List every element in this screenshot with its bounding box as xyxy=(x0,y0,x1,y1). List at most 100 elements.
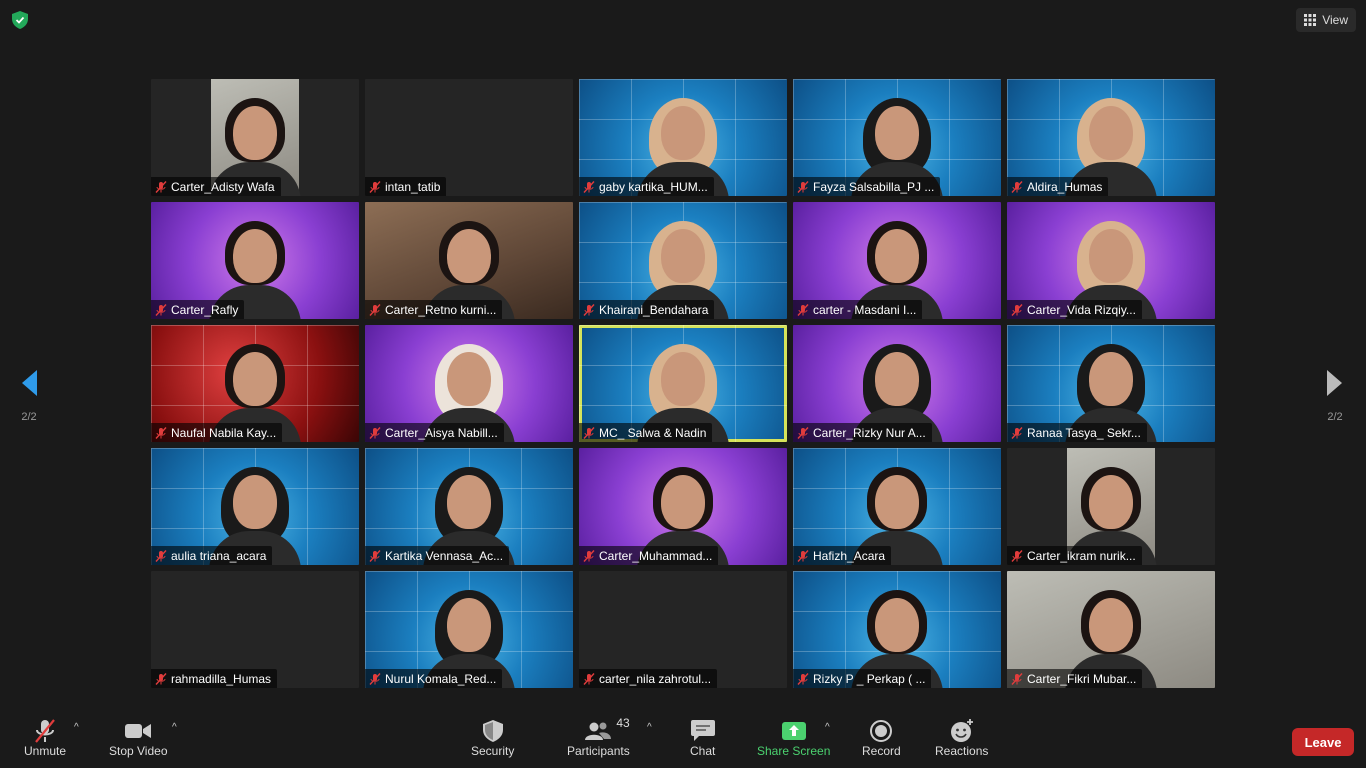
muted-microphone-icon xyxy=(155,303,167,316)
participant-tile[interactable]: carter - Masdani I... xyxy=(793,202,1001,319)
video-options-caret[interactable]: ^ xyxy=(172,722,177,733)
unmute-label: Unmute xyxy=(24,744,67,758)
participant-tile[interactable]: intan_tatib xyxy=(365,79,573,196)
view-button[interactable]: View xyxy=(1296,8,1356,32)
arrow-right-icon xyxy=(1327,370,1342,396)
encryption-shield-icon[interactable] xyxy=(12,11,28,29)
participant-name: Carter_Retno kurni... xyxy=(385,302,497,317)
participant-tile[interactable]: Kartika Vennasa_Ac... xyxy=(365,448,573,565)
security-shield-icon xyxy=(482,720,503,742)
participant-name: intan_tatib xyxy=(385,179,441,194)
participant-name-tag: Carter_Rizky Nur A... xyxy=(793,423,932,442)
participant-name: Fayza Salsabilla_PJ ... xyxy=(813,179,935,194)
participant-tile[interactable]: Carter_Retno kurni... xyxy=(365,202,573,319)
participant-tile[interactable]: Carter_ikram nurik... xyxy=(1007,448,1215,565)
participants-button[interactable]: 43 Participants xyxy=(567,716,630,758)
muted-microphone-icon xyxy=(155,426,167,439)
participant-name: Rizky P _ Perkap ( ... xyxy=(813,671,926,686)
muted-microphone-icon xyxy=(797,426,809,439)
muted-microphone-icon xyxy=(369,426,381,439)
participant-tile[interactable]: MC_ Salwa & Nadin xyxy=(579,325,787,442)
participant-name: Carter_Rafly xyxy=(171,302,239,317)
participant-name: carter - Masdani I... xyxy=(813,302,917,317)
participant-name: Hafizh_Acara xyxy=(813,548,886,563)
reactions-smiley-icon xyxy=(950,719,973,742)
participant-name-tag: rahmadilla_Humas xyxy=(151,669,278,688)
chat-button[interactable]: Chat xyxy=(690,718,715,758)
participant-name: Carter_Muhammad... xyxy=(599,548,713,563)
participant-name: Carter_Fikri Mubar... xyxy=(1027,671,1137,686)
participant-name-tag: Carter_ikram nurik... xyxy=(1007,546,1142,565)
participant-name: Carter_Vida Rizqiy... xyxy=(1027,302,1136,317)
participant-tile[interactable]: Aldira_Humas xyxy=(1007,79,1215,196)
participant-name: carter_nila zahrotul... xyxy=(599,671,712,686)
muted-microphone-icon xyxy=(1011,549,1023,562)
participant-name-tag: Carter_Adisty Wafa xyxy=(151,177,281,196)
muted-microphone-icon xyxy=(1011,426,1023,439)
leave-button[interactable]: Leave xyxy=(1292,728,1354,756)
muted-microphone-icon xyxy=(583,426,595,439)
record-button[interactable]: Record xyxy=(862,718,901,758)
participant-tile[interactable]: Carter_Adisty Wafa xyxy=(151,79,359,196)
participants-options-caret[interactable]: ^ xyxy=(647,722,652,733)
participants-label: Participants xyxy=(567,744,630,758)
video-gallery: Carter_Adisty Wafa intan_tatib gaby kartik… xyxy=(151,79,1215,688)
participant-name: Aldira_Humas xyxy=(1027,179,1103,194)
participant-tile[interactable]: Khairani_Bendahara xyxy=(579,202,787,319)
participant-name-tag: Carter_Muhammad... xyxy=(579,546,719,565)
muted-microphone-icon xyxy=(1011,180,1023,193)
chat-label: Chat xyxy=(690,744,716,758)
participant-name: Naufal Nabila Kay... xyxy=(171,425,277,440)
next-page-button[interactable]: 2/2 xyxy=(1320,368,1350,423)
participant-name: aulia triana_acara xyxy=(171,548,267,563)
share-options-caret[interactable]: ^ xyxy=(825,722,830,733)
participant-name-tag: gaby kartika_HUM... xyxy=(579,177,714,196)
participant-tile[interactable]: Nurul Komala_Red... xyxy=(365,571,573,688)
muted-microphone-icon xyxy=(583,303,595,316)
participant-name: Carter_Adisty Wafa xyxy=(171,179,275,194)
participant-name: Khairani_Bendahara xyxy=(599,302,709,317)
meeting-toolbar: Unmute ^ Stop Video ^ Security 43 Partic… xyxy=(0,708,1366,768)
participant-tile[interactable]: gaby kartika_HUM... xyxy=(579,79,787,196)
participant-name-tag: Naufal Nabila Kay... xyxy=(151,423,283,442)
chat-bubble-icon xyxy=(690,720,715,741)
muted-microphone-icon xyxy=(155,549,167,562)
participant-tile[interactable]: carter_nila zahrotul... xyxy=(579,571,787,688)
participant-tile[interactable]: Rizky P _ Perkap ( ... xyxy=(793,571,1001,688)
participant-name: Kartika Vennasa_Ac... xyxy=(385,548,504,563)
participant-tile[interactable]: Carter_Vida Rizqiy... xyxy=(1007,202,1215,319)
record-label: Record xyxy=(862,744,901,758)
participant-tile[interactable]: Fayza Salsabilla_PJ ... xyxy=(793,79,1001,196)
participant-tile[interactable]: Carter_Aisya Nabill... xyxy=(365,325,573,442)
participant-name: Carter_Rizky Nur A... xyxy=(813,425,926,440)
participant-name: gaby kartika_HUM... xyxy=(599,179,708,194)
participant-tile[interactable]: rahmadilla_Humas xyxy=(151,571,359,688)
muted-microphone-icon xyxy=(583,180,595,193)
participant-tile[interactable]: aulia triana_acara xyxy=(151,448,359,565)
grid-view-icon xyxy=(1304,14,1317,26)
share-screen-label: Share Screen xyxy=(757,744,831,758)
reactions-label: Reactions xyxy=(935,744,989,758)
share-screen-button[interactable]: Share Screen xyxy=(757,718,830,758)
participant-tile[interactable]: Hafizh_Acara xyxy=(793,448,1001,565)
audio-options-caret[interactable]: ^ xyxy=(74,722,79,733)
participant-tile[interactable]: Carter_Rizky Nur A... xyxy=(793,325,1001,442)
participant-tile[interactable]: Carter_Fikri Mubar... xyxy=(1007,571,1215,688)
previous-page-button[interactable]: 2/2 xyxy=(14,368,44,423)
participant-name-tag: Fayza Salsabilla_PJ ... xyxy=(793,177,941,196)
muted-microphone-icon xyxy=(155,180,167,193)
video-camera-icon xyxy=(125,724,152,738)
participant-tile[interactable]: Naufal Nabila Kay... xyxy=(151,325,359,442)
participant-name-tag: Carter_Rafly xyxy=(151,300,245,319)
security-button[interactable]: Security xyxy=(471,718,514,758)
unmute-button[interactable]: Unmute xyxy=(24,718,66,758)
participant-name: Nurul Komala_Red... xyxy=(385,671,497,686)
stop-video-button[interactable]: Stop Video xyxy=(109,718,168,758)
participant-tile[interactable]: Carter_Rafly xyxy=(151,202,359,319)
participant-name-tag: Khairani_Bendahara xyxy=(579,300,715,319)
participant-tile[interactable]: Ranaa Tasya_ Sekr... xyxy=(1007,325,1215,442)
participants-count: 43 xyxy=(616,716,630,730)
reactions-button[interactable]: Reactions xyxy=(935,718,988,758)
page-indicator-right: 2/2 xyxy=(1327,411,1343,423)
participant-tile[interactable]: Carter_Muhammad... xyxy=(579,448,787,565)
